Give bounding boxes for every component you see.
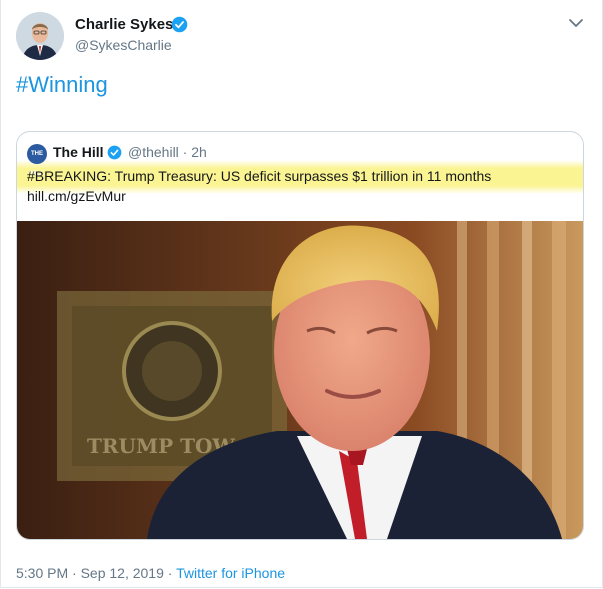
- tweet-meta: 5:30 PM · Sep 12, 2019 · Twitter for iPh…: [16, 565, 285, 581]
- tweet-card: Charlie Sykes @SykesCharlie #Winning THE…: [0, 0, 603, 588]
- quoted-avatar[interactable]: THE HILL: [27, 144, 47, 177]
- author-name[interactable]: Charlie Sykes: [75, 16, 173, 33]
- tweet-hashtag[interactable]: #Winning: [16, 72, 108, 98]
- tweet-source[interactable]: Twitter for iPhone: [176, 565, 285, 581]
- chevron-down-icon[interactable]: [567, 16, 585, 30]
- quoted-author-name[interactable]: The Hill: [53, 144, 104, 160]
- quoted-link[interactable]: hill.cm/gzEvMur: [27, 188, 126, 204]
- verified-badge-icon: [107, 145, 122, 160]
- verified-badge-icon: [171, 16, 188, 33]
- quoted-tweet[interactable]: THE HILL The Hill @thehill · 2h #BREAKIN…: [16, 131, 584, 540]
- quoted-text: #BREAKING: Trump Treasury: US deficit su…: [27, 168, 492, 184]
- author-handle[interactable]: @SykesCharlie: [75, 37, 172, 53]
- author-avatar[interactable]: [16, 12, 64, 60]
- tweet-timestamp[interactable]: 5:30 PM · Sep 12, 2019 ·: [16, 565, 172, 581]
- quoted-handle-time[interactable]: @thehill · 2h: [128, 144, 207, 160]
- quoted-media-photo[interactable]: TRUMP TOW: [17, 221, 583, 539]
